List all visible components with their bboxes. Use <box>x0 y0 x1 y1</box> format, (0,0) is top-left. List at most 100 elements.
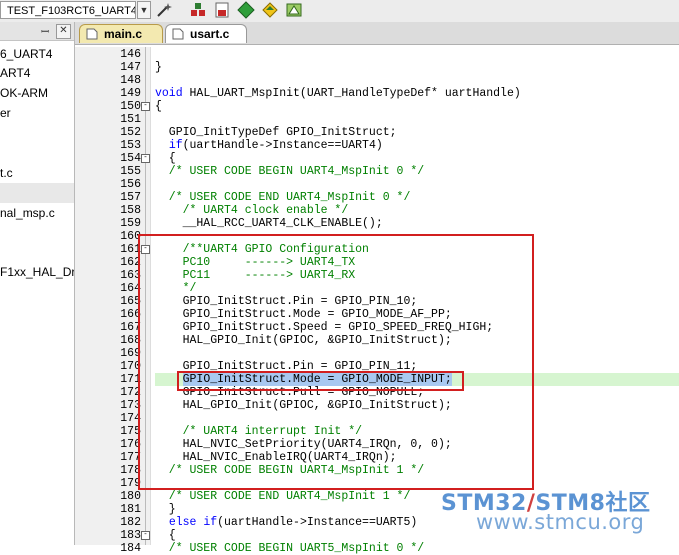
line-number: 148 <box>120 74 141 87</box>
code-text: /* USER CODE END UART4_MspInit 0 */ <box>155 191 411 204</box>
fold-marker <box>141 503 150 516</box>
fold-marker <box>141 542 150 555</box>
line-number: 156 <box>120 178 141 191</box>
line-number: 154 <box>120 152 141 165</box>
target-select[interactable]: TEST_F103RCT6_UART4 <box>0 1 136 19</box>
tab-label: usart.c <box>190 27 230 41</box>
selection-box <box>177 371 464 391</box>
code-text: else if(uartHandle->Instance==UART5) <box>168 516 418 529</box>
file-icon <box>86 28 98 40</box>
fold-marker <box>141 139 150 152</box>
collapse-icon[interactable]: - <box>141 102 150 111</box>
line-number: 184 <box>120 542 141 555</box>
code-line[interactable]: 151 <box>75 113 679 126</box>
debug-icon[interactable] <box>261 1 279 19</box>
code-line[interactable]: 152 GPIO_InitTypeDef GPIO_InitStruct; <box>75 126 679 139</box>
tab-usart-c[interactable]: usart.c <box>165 24 247 43</box>
code-text: /* USER CODE END UART4_MspInit 1 */ <box>155 490 411 503</box>
load-icon[interactable] <box>189 1 207 19</box>
fold-marker <box>141 204 150 217</box>
code-text: void HAL_UART_MspInit(UART_HandleTypeDef… <box>155 87 521 100</box>
tab-main-c[interactable]: main.c <box>79 24 163 43</box>
fold-marker <box>141 516 150 529</box>
tab-label: main.c <box>104 27 143 41</box>
fold-marker <box>141 178 150 191</box>
tab-strip: main.c usart.c <box>75 22 679 45</box>
close-icon[interactable]: ✕ <box>56 24 71 39</box>
fold-marker <box>141 490 150 503</box>
code-line[interactable]: 184 /* USER CODE BEGIN UART5_MspInit 0 *… <box>75 542 679 555</box>
annotation-box <box>138 234 534 490</box>
line-number: 155 <box>120 165 141 178</box>
fold-marker <box>141 87 150 100</box>
tree-item[interactable]: t.c <box>0 163 13 183</box>
tree-item[interactable]: 6_UART4 <box>0 44 52 64</box>
diamond-icon[interactable] <box>237 1 255 19</box>
code-line[interactable]: 146 <box>75 48 679 61</box>
fold-marker[interactable]: - <box>141 529 150 542</box>
fold-marker <box>141 113 150 126</box>
collapse-icon[interactable]: - <box>141 154 150 163</box>
fold-marker <box>141 191 150 204</box>
line-number: 181 <box>120 503 141 516</box>
line-number: 159 <box>120 217 141 230</box>
code-line[interactable]: 154- { <box>75 152 679 165</box>
fold-marker[interactable]: - <box>141 152 150 165</box>
line-number: 149 <box>120 87 141 100</box>
wand-icon[interactable] <box>155 1 173 19</box>
line-number: 147 <box>120 61 141 74</box>
tree-item[interactable]: OK-ARM <box>0 83 48 103</box>
pin-icon[interactable]: ꟷ <box>41 24 49 38</box>
code-line[interactable]: 159 __HAL_RCC_UART4_CLK_ENABLE(); <box>75 217 679 230</box>
toolbar: TEST_F103RCT6_UART4 ▼ <box>0 0 679 23</box>
line-number: 146 <box>120 48 141 61</box>
line-number: 182 <box>120 516 141 529</box>
line-number: 157 <box>120 191 141 204</box>
line-number: 158 <box>120 204 141 217</box>
line-number: 151 <box>120 113 141 126</box>
fold-marker <box>141 165 150 178</box>
code-text: { <box>155 100 162 113</box>
code-text: } <box>155 61 162 74</box>
code-text: GPIO_InitTypeDef GPIO_InitStruct; <box>155 126 397 139</box>
code-line[interactable]: 148 <box>75 74 679 87</box>
tree-item[interactable]: er <box>0 103 11 123</box>
fold-marker <box>141 61 150 74</box>
line-number: 153 <box>120 139 141 152</box>
watermark-url: www.stmcu.org <box>476 510 645 534</box>
fold-marker <box>141 126 150 139</box>
code-line[interactable]: 150-{ <box>75 100 679 113</box>
translate-icon[interactable] <box>213 1 231 19</box>
fold-marker <box>141 48 150 61</box>
tree-item-selected[interactable] <box>0 183 74 203</box>
code-line[interactable]: 147} <box>75 61 679 74</box>
panel-header: ꟷ ✕ <box>0 22 74 41</box>
code-line[interactable]: 156 <box>75 178 679 191</box>
code-text: __HAL_RCC_UART4_CLK_ENABLE(); <box>155 217 383 230</box>
code-line[interactable]: 153 if(uartHandle->Instance==UART4) <box>75 139 679 152</box>
line-number: 152 <box>120 126 141 139</box>
code-line[interactable]: 149 void HAL_UART_MspInit(UART_HandleType… <box>75 87 679 100</box>
code-text: /* UART4 clock enable */ <box>155 204 349 217</box>
line-number: 150 <box>120 100 141 113</box>
fold-marker[interactable]: - <box>141 100 150 113</box>
line-number: 183 <box>120 529 141 542</box>
fold-marker <box>141 74 150 87</box>
code-text: /* USER CODE BEGIN UART5_MspInit 0 */ <box>155 542 425 555</box>
project-panel: ꟷ ✕ 6_UART4 ART4 OK-ARM er t.c nal_msp.c… <box>0 22 75 545</box>
collapse-icon[interactable]: - <box>141 531 150 540</box>
tree-item[interactable]: ART4 <box>0 63 30 83</box>
code-line[interactable]: 157 /* USER CODE END UART4_MspInit 0 */ <box>75 191 679 204</box>
code-line[interactable]: 158 /* UART4 clock enable */ <box>75 204 679 217</box>
code-text: { <box>155 529 176 542</box>
code-text: } <box>155 503 176 516</box>
tree-item[interactable]: nal_msp.c <box>0 203 55 223</box>
tree-item[interactable]: F1xx_HAL_Driv <box>0 262 74 282</box>
options-icon[interactable] <box>285 1 303 19</box>
code-line[interactable]: 155 /* USER CODE BEGIN UART4_MspInit 0 *… <box>75 165 679 178</box>
code-text: /* USER CODE BEGIN UART4_MspInit 0 */ <box>155 165 425 178</box>
file-icon <box>172 28 184 40</box>
chevron-down-icon[interactable]: ▼ <box>137 1 151 19</box>
code-text: if(uartHandle->Instance==UART4) <box>168 139 383 152</box>
line-number: 180 <box>120 490 141 503</box>
